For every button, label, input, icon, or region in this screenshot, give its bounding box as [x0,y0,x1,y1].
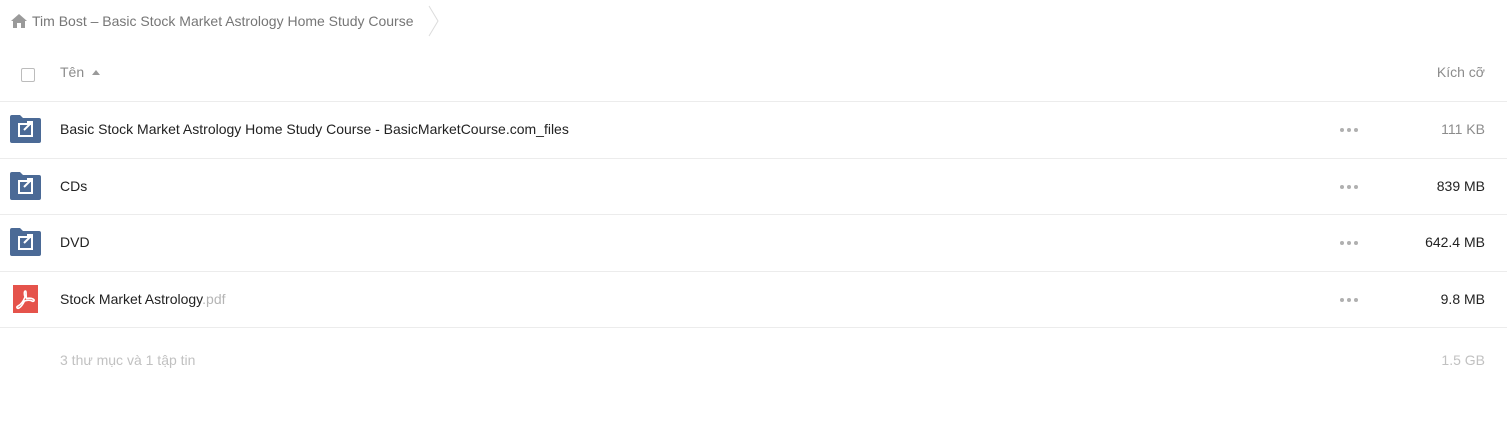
file-row[interactable]: DVD 642.4 MB [0,215,1507,272]
summary-total-size: 1.5 GB [1441,352,1485,368]
file-name-base: CDs [60,177,88,194]
file-size: 9.8 MB [1440,290,1485,307]
file-size: 111 KB [1441,121,1485,137]
file-name-base: Stock Market Astrology [60,290,203,307]
file-name-ext: .pdf [202,290,226,307]
file-name[interactable]: Basic Stock Market Astrology Home Study … [60,121,569,137]
breadcrumb: Tim Bost – Basic Stock Market Astrology … [0,0,520,42]
file-row[interactable]: Stock Market Astrology.pdf 9.8 MB [0,272,1507,328]
more-options-icon[interactable] [1340,181,1358,193]
file-list: Basic Stock Market Astrology Home Study … [0,102,1507,328]
file-name[interactable]: Stock Market Astrology.pdf [60,291,226,307]
column-header-name[interactable]: Tên [60,64,101,80]
home-icon [11,14,27,28]
pdf-file-icon [13,284,38,313]
file-row[interactable]: CDs 839 MB [0,159,1507,215]
more-options-icon[interactable] [1340,124,1358,136]
column-header-size[interactable]: Kích cỡ [1437,64,1485,80]
sort-ascending-icon [92,69,101,75]
file-name[interactable]: DVD [60,234,90,250]
breadcrumb-label: Tim Bost – Basic Stock Market Astrology … [32,13,414,29]
file-row[interactable]: Basic Stock Market Astrology Home Study … [0,102,1507,159]
shared-folder-icon [10,228,41,256]
file-name[interactable]: CDs [60,178,87,194]
file-name-base: DVD [60,234,90,250]
file-size: 839 MB [1436,177,1485,194]
column-header-name-label: Tên [60,64,85,80]
shared-folder-icon [10,171,41,200]
breadcrumb-separator-icon [428,5,439,37]
breadcrumb-item-current[interactable]: Tim Bost – Basic Stock Market Astrology … [0,0,428,42]
more-options-icon[interactable] [1340,294,1358,306]
file-name-base: Basic Stock Market Astrology Home Study … [60,121,569,137]
more-options-icon[interactable] [1340,237,1358,249]
shared-folder-icon [10,115,41,143]
file-size: 642.4 MB [1425,234,1485,250]
file-browser: Tim Bost – Basic Stock Market Astrology … [0,0,1507,448]
select-all-checkbox[interactable] [21,68,35,82]
file-list-header: Tên Kích cỡ [0,44,1507,102]
summary-counts: 3 thư mục và 1 tập tin [60,352,196,368]
